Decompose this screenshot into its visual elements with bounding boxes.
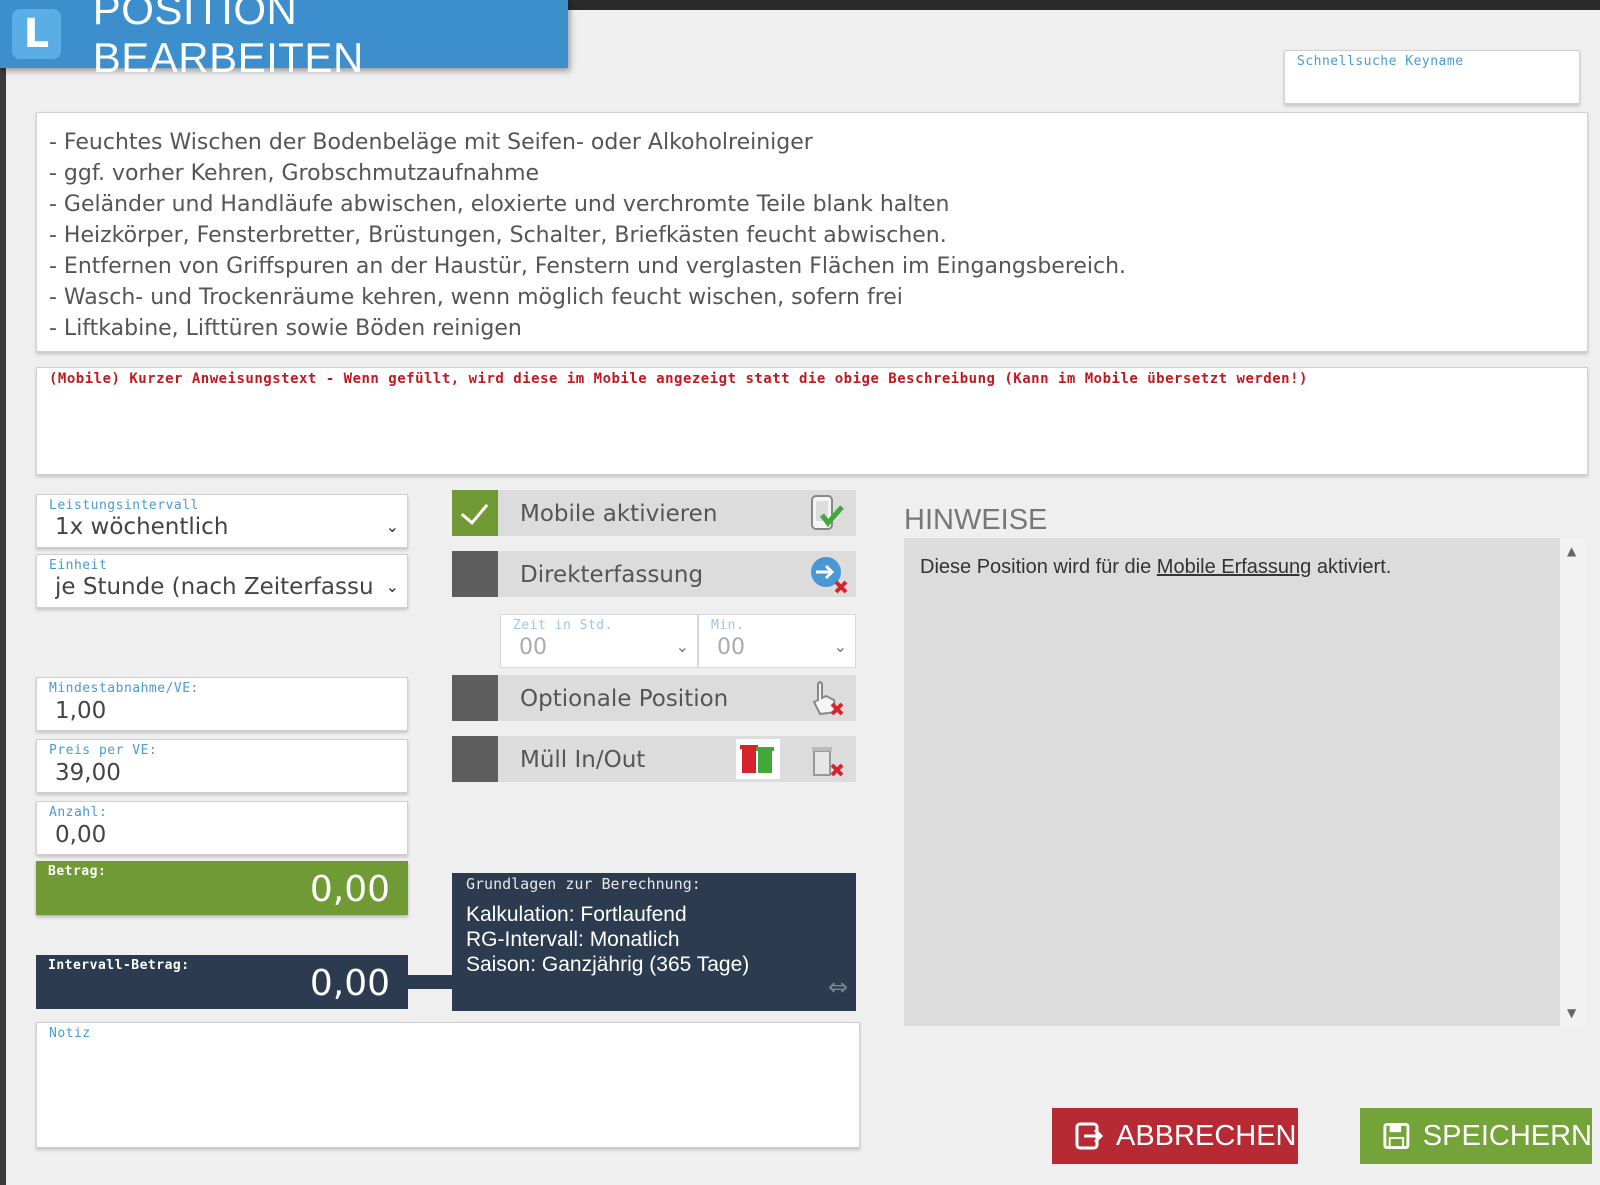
betrag-label: Betrag: — [48, 864, 107, 879]
intervall-betrag-display: Intervall-Betrag: 0,00 — [36, 955, 408, 1009]
keyname-search-input[interactable]: Schnellsuche Keyname — [1284, 50, 1580, 104]
calculation-line: Kalkulation: Fortlaufend — [466, 903, 687, 926]
time-hours-value: 00 — [519, 635, 547, 660]
floppy-disk-icon — [1383, 1123, 1410, 1149]
toggle-muell-in-out[interactable]: Müll In/Out — [452, 736, 856, 782]
preis-input[interactable]: Preis per VE: 39,00 — [36, 739, 408, 793]
save-button-label: SPEICHERN — [1422, 1119, 1592, 1152]
cancel-button[interactable]: ABBRECHEN — [1052, 1108, 1298, 1164]
mobile-checkbox[interactable] — [452, 490, 498, 536]
calculation-title: Grundlagen zur Berechnung: — [466, 875, 701, 893]
calculation-line: Saison: Ganzjährig (365 Tage) — [466, 953, 750, 976]
anzahl-value: 0,00 — [55, 822, 107, 848]
mobile-instruction-textarea[interactable]: (Mobile) Kurzer Anweisungstext - Wenn ge… — [36, 367, 1588, 475]
hinweise-text-before: Diese Position wird für die — [920, 556, 1157, 578]
leistungsintervall-value: 1x wöchentlich — [55, 514, 229, 540]
einheit-value: je Stunde (nach Zeiterfassur — [55, 574, 375, 600]
exit-icon — [1075, 1122, 1104, 1150]
chevron-down-icon: ⌄ — [675, 637, 689, 656]
hinweise-text-after: aktiviert. — [1311, 556, 1392, 578]
muell-checkbox[interactable] — [452, 736, 498, 782]
description-line: - ggf. vorher Kehren, Grobschmutzaufnahm… — [49, 161, 540, 186]
time-hours-select[interactable]: Zeit in Std. 00 ⌄ — [500, 614, 698, 668]
leistungsintervall-select[interactable]: Leistungsintervall 1x wöchentlich ⌄ — [36, 494, 408, 548]
connector-bar — [408, 975, 454, 989]
dialog-window: L POSITION BEARBEITEN Schnellsuche Keyna… — [0, 0, 1600, 1185]
hinweise-panel: Diese Position wird für die Mobile Erfas… — [904, 538, 1586, 1026]
preis-label: Preis per VE: — [49, 743, 158, 758]
scroll-up-icon[interactable]: ▲ — [1567, 544, 1576, 558]
einheit-label: Einheit — [49, 558, 108, 573]
time-hours-label: Zeit in Std. — [513, 618, 613, 633]
cancel-button-label: ABBRECHEN — [1116, 1119, 1297, 1152]
toggle-mobile-aktivieren[interactable]: Mobile aktivieren — [452, 490, 856, 536]
mobile-aktivieren-label: Mobile aktivieren — [520, 501, 718, 527]
swap-arrows-icon[interactable]: ⇔ — [828, 973, 848, 1001]
time-minutes-select[interactable]: Min. 00 ⌄ — [698, 614, 856, 668]
waste-bins-icon — [736, 739, 780, 779]
direkterfassung-label: Direkterfassung — [520, 562, 704, 588]
mindestabnahme-value: 1,00 — [55, 698, 107, 724]
description-textarea[interactable]: - Feuchtes Wischen der Bodenbeläge mit S… — [36, 112, 1588, 352]
calculation-info-panel: Grundlagen zur Berechnung: Kalkulation: … — [452, 873, 856, 1011]
direkterfassung-checkbox[interactable] — [452, 551, 498, 597]
intervall-betrag-label: Intervall-Betrag: — [48, 958, 190, 973]
preis-value: 39,00 — [55, 760, 121, 786]
description-line: - Feuchtes Wischen der Bodenbeläge mit S… — [49, 130, 813, 155]
hinweise-title: HINWEISE — [904, 504, 1048, 536]
mobile-erfassung-link[interactable]: Mobile Erfassung — [1157, 556, 1312, 578]
betrag-display: Betrag: 0,00 — [36, 861, 408, 915]
intervall-betrag-value: 0,00 — [309, 963, 390, 1004]
save-button[interactable]: SPEICHERN — [1360, 1108, 1592, 1164]
mindestabnahme-label: Mindestabnahme/VE: — [49, 681, 199, 696]
keyname-search-label: Schnellsuche Keyname — [1297, 54, 1464, 69]
description-line: - Liftkabine, Lifttüren sowie Böden rein… — [49, 316, 522, 341]
muell-in-out-label: Müll In/Out — [520, 747, 646, 773]
description-line: - Wasch- und Trockenräume kehren, wenn m… — [49, 285, 903, 310]
chevron-down-icon: ⌄ — [385, 577, 399, 596]
toggle-optionale-position[interactable]: Optionale Position — [452, 675, 856, 721]
scroll-down-icon[interactable]: ▼ — [1567, 1006, 1576, 1020]
mindestabnahme-input[interactable]: Mindestabnahme/VE: 1,00 — [36, 677, 408, 731]
leistungsintervall-label: Leistungsintervall — [49, 498, 199, 513]
betrag-value: 0,00 — [309, 869, 390, 910]
hinweise-scrollbar[interactable]: ▲ ▼ — [1560, 538, 1586, 1026]
optionale-position-checkbox[interactable] — [452, 675, 498, 721]
description-line: - Heizkörper, Fensterbretter, Brüstungen… — [49, 223, 947, 248]
description-line: - Entfernen von Griffspuren an der Haust… — [49, 254, 1127, 279]
einheit-select[interactable]: Einheit je Stunde (nach Zeiterfassur ⌄ — [36, 554, 408, 608]
anzahl-label: Anzahl: — [49, 805, 108, 820]
mobile-device-check-icon — [811, 495, 844, 530]
time-minutes-label: Min. — [711, 618, 745, 633]
chevron-down-icon: ⌄ — [385, 517, 399, 536]
chevron-down-icon: ⌄ — [833, 637, 847, 656]
description-line: - Geländer und Handläufe abwischen, elox… — [49, 192, 950, 217]
hinweise-text: Diese Position wird für die Mobile Erfas… — [920, 556, 1391, 579]
trash-disabled-icon — [812, 747, 844, 777]
direct-entry-disabled-icon — [811, 557, 848, 594]
notiz-label: Notiz — [49, 1026, 91, 1041]
dialog-title: POSITION BEARBEITEN — [92, 0, 364, 81]
hand-pointer-disabled-icon — [812, 681, 844, 716]
anzahl-input[interactable]: Anzahl: 0,00 — [36, 801, 408, 855]
time-minutes-value: 00 — [717, 635, 745, 660]
toggle-direkterfassung[interactable]: Direkterfassung — [452, 551, 856, 597]
mobile-instruction-label: (Mobile) Kurzer Anweisungstext - Wenn ge… — [49, 371, 1308, 387]
notiz-textarea[interactable]: Notiz — [36, 1022, 860, 1148]
calculation-line: RG-Intervall: Monatlich — [466, 928, 680, 951]
dialog-header: L POSITION BEARBEITEN — [0, 0, 568, 81]
optionale-position-label: Optionale Position — [520, 686, 729, 712]
app-logo: L — [12, 9, 61, 59]
